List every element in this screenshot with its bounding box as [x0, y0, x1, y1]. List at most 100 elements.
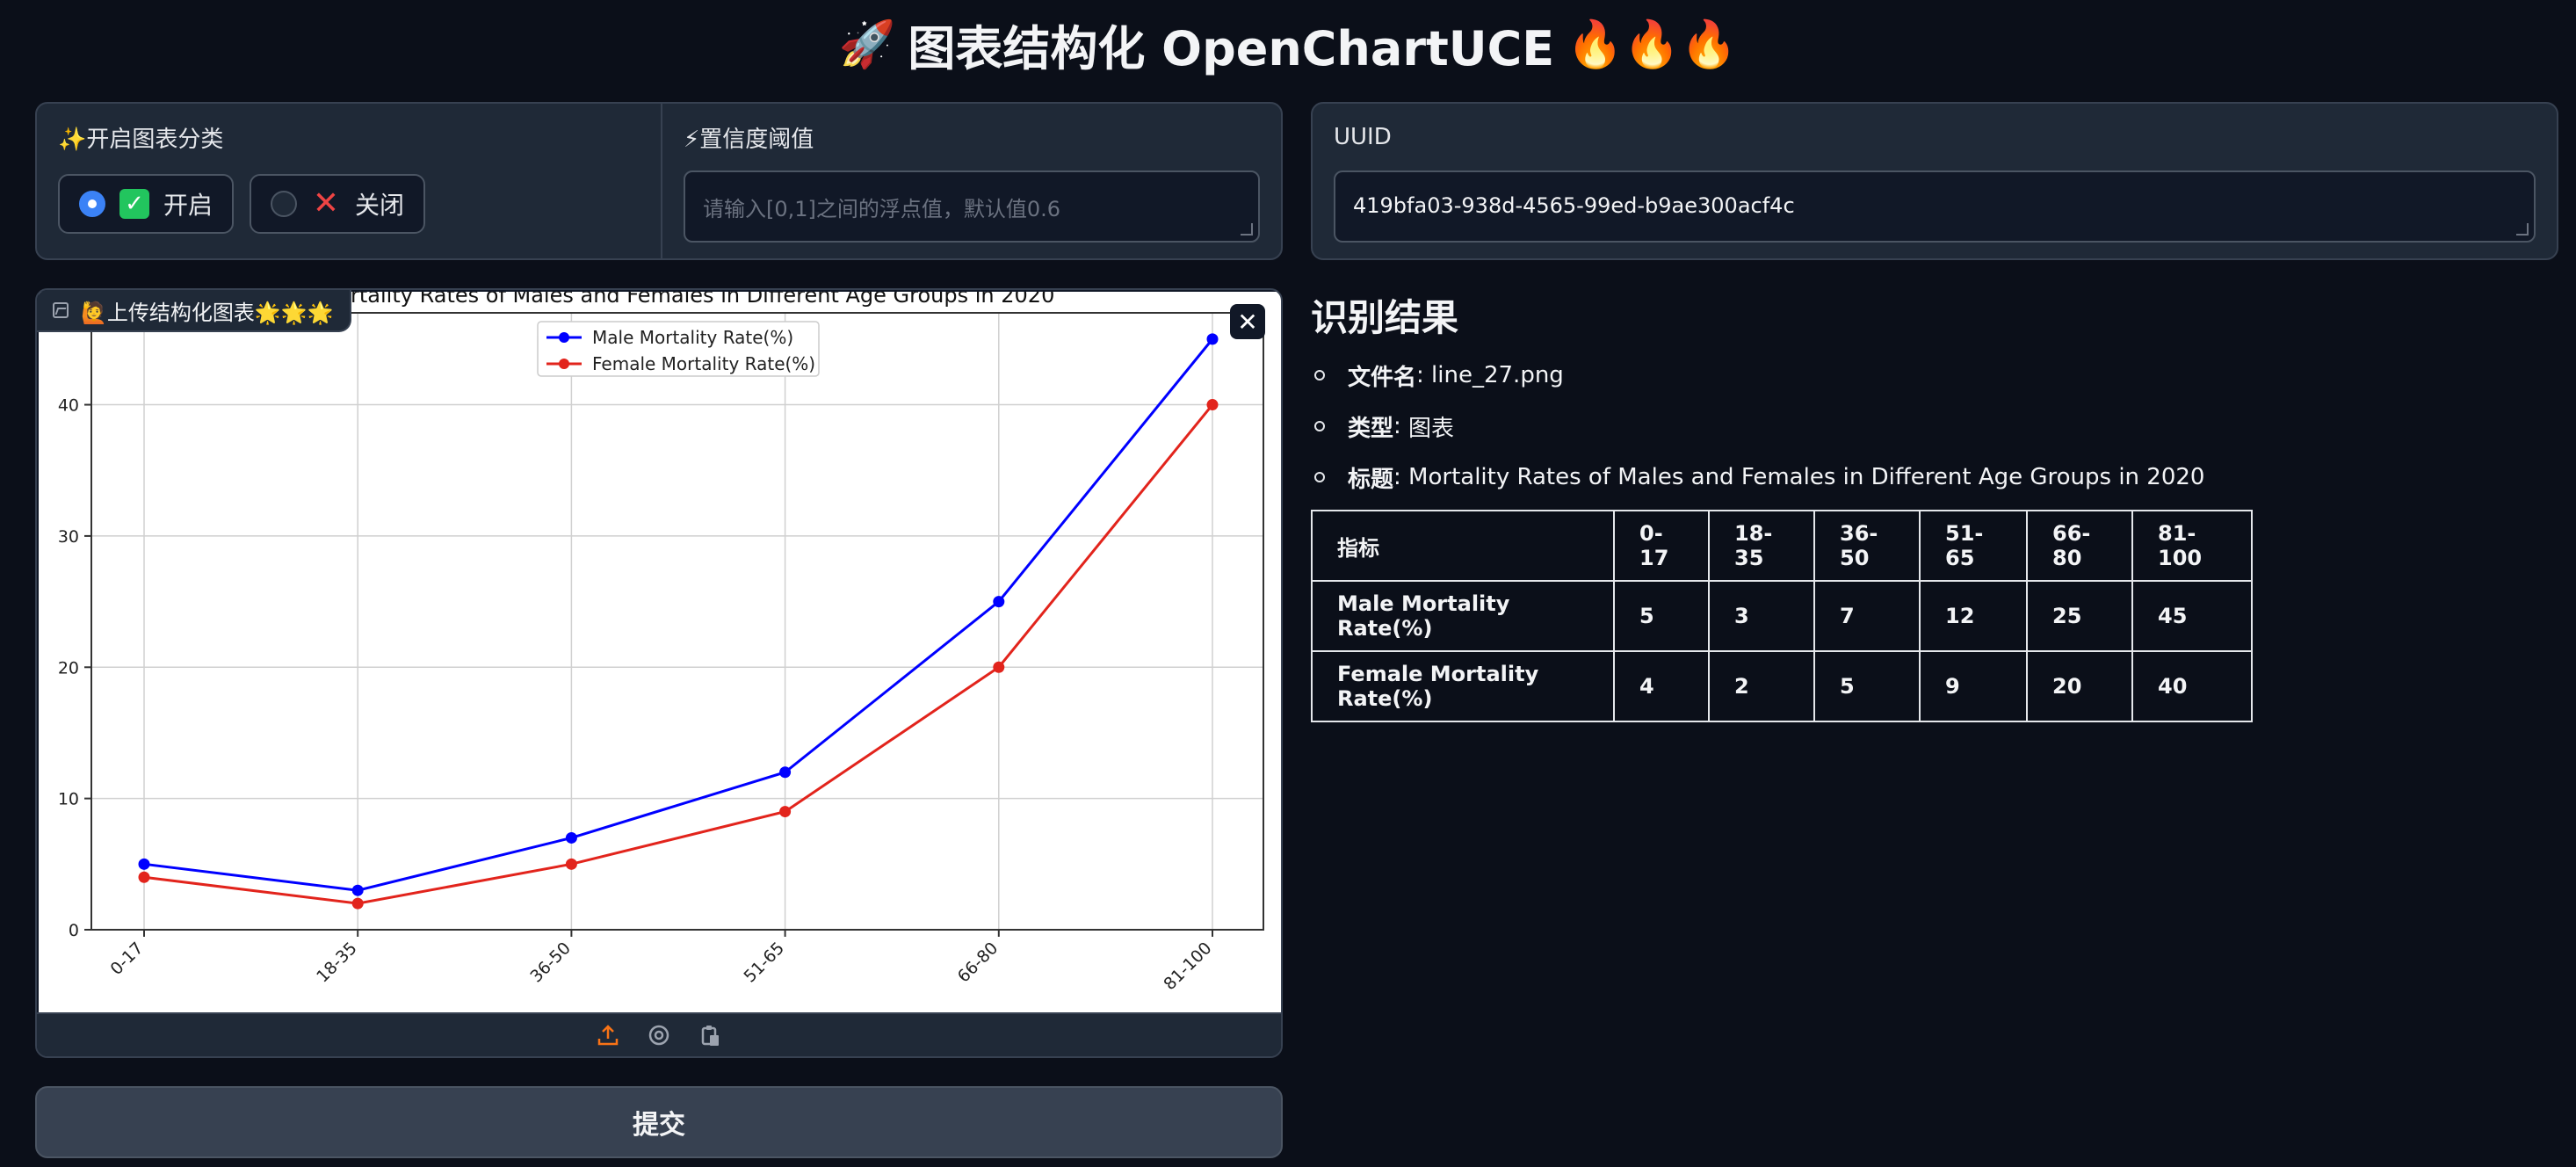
colon: :	[1416, 362, 1432, 388]
image-panel-label: 🙋上传结构化图表🌟🌟🌟	[37, 290, 351, 332]
results-heading: 识别结果	[1311, 296, 1459, 339]
paste-icon[interactable]	[696, 1021, 724, 1049]
data-point	[565, 858, 577, 870]
bullet-icon	[1314, 421, 1325, 431]
y-tick-label: 20	[58, 658, 79, 678]
classify-radio-group: ✓ 开启 ✕ 关闭	[58, 174, 640, 234]
table-header-row: 指标 0-17 18-35 36-50 51-65 66-80 81-100	[1311, 510, 2253, 582]
submit-button[interactable]: 提交	[35, 1086, 1283, 1158]
x-tick-label: 66-80	[954, 939, 1002, 987]
table-cell: 5	[1613, 580, 1710, 652]
radio-off-label: 关闭	[355, 191, 405, 220]
table-header-cell: 81-100	[2131, 510, 2253, 582]
x-tick-label: 18-35	[313, 939, 361, 987]
table-header-cell: 0-17	[1613, 510, 1710, 582]
y-tick-label: 10	[58, 790, 79, 809]
fire-icon: 🔥🔥🔥	[1567, 18, 1738, 71]
radio-off[interactable]: ✕ 关闭	[250, 174, 426, 234]
x-tick-label: 81-100	[1160, 939, 1215, 994]
series-line	[143, 337, 1214, 892]
image-panel-label-text: 🙋上传结构化图表🌟🌟🌟	[81, 300, 334, 325]
data-point	[779, 766, 792, 779]
page-title: 图表结构化 OpenChartUCE	[908, 20, 1555, 76]
table-cell: 25	[2026, 580, 2133, 652]
radio-on[interactable]: ✓ 开启	[58, 174, 235, 234]
data-point	[779, 806, 792, 818]
y-tick-label: 0	[69, 921, 79, 940]
close-icon: ✕	[1237, 307, 1258, 337]
radio-checked-icon[interactable]	[79, 191, 105, 217]
resize-handle-icon[interactable]	[1241, 223, 1253, 236]
result-item-title: 标题: Mortality Rates of Males and Females…	[1311, 452, 2558, 503]
data-point	[138, 858, 150, 870]
app-title: 🚀 图表结构化 OpenChartUCE 🔥🔥🔥	[0, 7, 2576, 81]
table-header-cell: 66-80	[2026, 510, 2133, 582]
result-item-filename: 文件名: line_27.png	[1311, 350, 2558, 401]
image-toolbar	[37, 1012, 1281, 1056]
x-tick-label: 0-17	[106, 939, 147, 979]
data-point	[1206, 399, 1219, 411]
filename-key: 文件名	[1348, 364, 1417, 391]
close-image-button[interactable]: ✕	[1230, 304, 1265, 339]
title-key: 标题	[1348, 466, 1394, 493]
data-point	[351, 897, 364, 910]
legend-marker	[559, 332, 569, 343]
data-point	[351, 884, 364, 896]
image-upload-panel[interactable]: 🙋上传结构化图表🌟🌟🌟 ✕ Mortality Rates of Males a…	[35, 288, 1283, 1058]
x-tick-label: 51-65	[741, 939, 789, 987]
title-value: Mortality Rates of Males and Females in …	[1408, 464, 2205, 490]
table-header-cell: 指标	[1311, 510, 1615, 582]
table-cell: 3	[1708, 580, 1815, 652]
table-cell: 20	[2026, 650, 2133, 722]
data-point	[565, 831, 577, 844]
table-cell: 9	[1919, 650, 2028, 722]
radio-unchecked-icon[interactable]	[271, 191, 298, 217]
results-section: 识别结果 文件名: line_27.png 类型: 图表 标题: Mortali…	[1311, 288, 2558, 722]
image-icon	[53, 302, 69, 318]
line-chart: Mortality Rates of Males and Females in …	[58, 290, 1264, 994]
table-header-cell: 36-50	[1813, 510, 1921, 582]
table-cell: 7	[1813, 580, 1921, 652]
table-header-cell: 18-35	[1708, 510, 1815, 582]
check-mark-icon: ✓	[119, 189, 149, 219]
table-cell: 40	[2131, 650, 2253, 722]
threshold-input[interactable]: 请输入[0,1]之间的浮点值，默认值0.6	[684, 170, 1260, 243]
series-line	[143, 403, 1214, 905]
rocket-icon: 🚀	[838, 18, 896, 71]
table-cell: 12	[1919, 580, 2028, 652]
table-row: Male Mortality Rate(%) 5 3 7 12 25 45	[1311, 580, 2253, 652]
result-item-type: 类型: 图表	[1311, 401, 2558, 452]
camera-icon[interactable]	[645, 1021, 673, 1049]
table-cell: Male Mortality Rate(%)	[1311, 580, 1615, 652]
uuid-field[interactable]: 419bfa03-938d-4565-99ed-b9ae300acf4c	[1334, 170, 2536, 243]
threshold-placeholder: 请输入[0,1]之间的浮点值，默认值0.6	[703, 197, 1061, 221]
chart-title: Mortality Rates of Males and Females in …	[320, 292, 1055, 308]
resize-handle-icon[interactable]	[2516, 223, 2529, 236]
table-cell: Female Mortality Rate(%)	[1311, 650, 1615, 722]
data-point	[993, 661, 1005, 673]
chart-image: Mortality Rates of Males and Females in …	[39, 290, 1281, 1014]
uuid-value: 419bfa03-938d-4565-99ed-b9ae300acf4c	[1353, 193, 1795, 218]
x-tick-label: 36-50	[526, 939, 575, 987]
type-key: 类型	[1348, 415, 1394, 442]
upload-icon[interactable]	[594, 1021, 622, 1049]
results-list: 文件名: line_27.png 类型: 图表 标题: Mortality Ra…	[1311, 350, 2558, 503]
data-point	[138, 871, 150, 883]
bullet-icon	[1314, 472, 1325, 482]
type-value: 图表	[1408, 415, 1455, 442]
table-header-cell: 51-65	[1919, 510, 2028, 582]
uuid-label: UUID	[1334, 124, 1392, 150]
colon: :	[1393, 413, 1409, 439]
legend-label: Male Mortality Rate(%)	[592, 327, 793, 348]
colon: :	[1393, 464, 1409, 490]
bullet-icon	[1314, 370, 1325, 381]
table-cell: 45	[2131, 580, 2253, 652]
table-cell: 2	[1708, 650, 1815, 722]
options-panel: ✨开启图表分类 ✓ 开启 ✕ 关闭 ⚡置信度阈值 请输入[0,1]之间的浮点值，…	[35, 102, 1283, 260]
app-root: 🚀 图表结构化 OpenChartUCE 🔥🔥🔥 ✨开启图表分类 ✓ 开启 ✕ …	[0, 0, 2576, 1167]
data-point	[993, 596, 1005, 608]
cross-mark-icon: ✕	[312, 185, 340, 221]
threshold-label: ⚡置信度阈值	[684, 126, 814, 153]
table-row: Female Mortality Rate(%) 4 2 5 9 20 40	[1311, 650, 2253, 722]
filename-value: line_27.png	[1431, 362, 1564, 388]
